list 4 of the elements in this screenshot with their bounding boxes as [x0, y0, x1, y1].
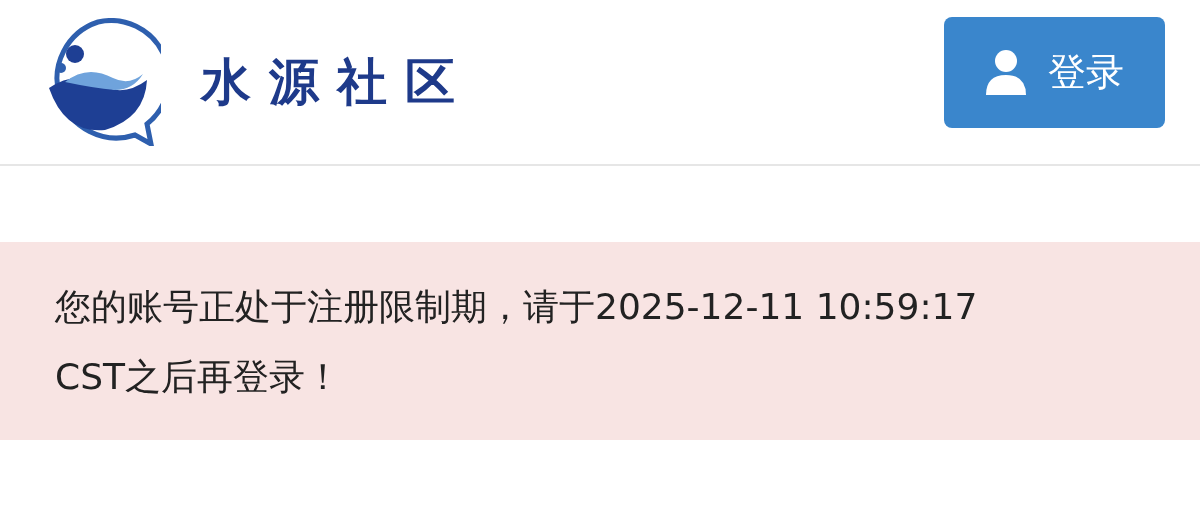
login-button[interactable]: 登录: [944, 16, 1165, 128]
alert-message: 您的账号正处于注册限制期，请于2025-12-11 10:59:17 CST之后再登录！: [55, 285, 979, 399]
user-icon: [985, 49, 1026, 95]
site-title: 水源社区: [201, 51, 473, 113]
